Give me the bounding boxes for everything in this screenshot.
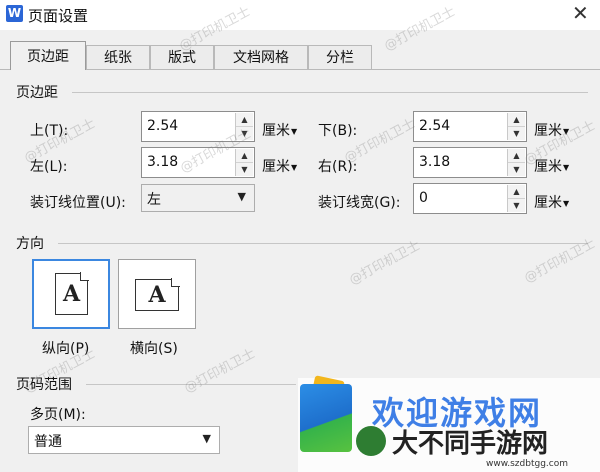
orientation-group-rule [58, 243, 588, 244]
orientation-group-label: 方向 [16, 236, 44, 252]
spin-up-icon[interactable]: ▲ [236, 149, 253, 163]
bottom-margin-stepper[interactable]: 2.54 ▲ ▼ [413, 111, 527, 142]
watermark: @打印机卫士 [521, 236, 598, 287]
bottom-margin-value[interactable]: 2.54 [419, 118, 450, 134]
banner-url: www.szdbtgg.com [486, 459, 568, 469]
multiple-pages-value: 普通 [34, 434, 62, 450]
multiple-pages-label: 多页(M): [30, 407, 86, 423]
chevron-down-icon: ▼ [237, 190, 246, 203]
multiple-pages-select[interactable]: 普通 ▼ [28, 426, 220, 454]
wps-writer-icon: W [6, 5, 23, 22]
spin-up-icon[interactable]: ▲ [508, 113, 525, 127]
window-title: 页面设置 [28, 7, 89, 25]
portrait-page-icon: A [55, 272, 89, 315]
title-bar [0, 0, 600, 30]
gutter-position-select[interactable]: 左 ▼ [141, 184, 255, 212]
spin-down-icon[interactable]: ▼ [508, 199, 525, 212]
tab-paper[interactable]: 纸张 [86, 45, 150, 69]
spin-down-icon[interactable]: ▼ [508, 127, 525, 140]
site-logo-icon [300, 384, 352, 452]
top-margin-unit[interactable]: 厘米▼ [262, 120, 297, 140]
unit-caret-icon: ▼ [563, 198, 570, 208]
spin-down-icon[interactable]: ▼ [236, 163, 253, 176]
gutter-position-label: 装订线位置(U): [30, 195, 126, 211]
landscape-label[interactable]: 横向(S) [130, 338, 178, 358]
banner-subtitle: 大不同手游网 [392, 429, 549, 459]
tab-document-grid[interactable]: 文档网格 [214, 45, 308, 69]
bottom-margin-label: 下(B): [318, 123, 358, 139]
tab-margins[interactable]: 页边距 [10, 41, 86, 70]
spin-up-icon[interactable]: ▲ [508, 185, 525, 199]
gutter-width-unit[interactable]: 厘米▼ [534, 192, 569, 212]
left-margin-unit[interactable]: 厘米▼ [262, 156, 297, 176]
right-margin-stepper[interactable]: 3.18 ▲ ▼ [413, 147, 527, 178]
tab-strip-border [0, 69, 600, 70]
unit-caret-icon: ▼ [291, 126, 298, 136]
gutter-width-label: 装订线宽(G): [318, 195, 401, 211]
gutter-width-value[interactable]: 0 [419, 190, 428, 206]
spin-down-icon[interactable]: ▼ [508, 163, 525, 176]
gutter-position-value: 左 [147, 192, 161, 208]
unit-caret-icon: ▼ [291, 162, 298, 172]
right-margin-value[interactable]: 3.18 [419, 154, 450, 170]
unit-caret-icon: ▼ [563, 162, 570, 172]
gutter-width-stepper[interactable]: 0 ▲ ▼ [413, 183, 527, 214]
chevron-down-icon: ▼ [202, 432, 211, 445]
leaf-logo-icon [356, 426, 386, 456]
tab-columns[interactable]: 分栏 [308, 45, 372, 69]
margins-group-rule [72, 92, 588, 93]
portrait-option[interactable]: A [32, 259, 110, 329]
left-margin-value[interactable]: 3.18 [147, 154, 178, 170]
watermark: @打印机卫士 [181, 346, 258, 397]
landscape-option[interactable]: A [118, 259, 196, 329]
margins-group-label: 页边距 [16, 85, 58, 101]
close-icon[interactable]: ✕ [572, 2, 589, 24]
landscape-page-icon: A [135, 278, 180, 311]
top-margin-value[interactable]: 2.54 [147, 118, 178, 134]
